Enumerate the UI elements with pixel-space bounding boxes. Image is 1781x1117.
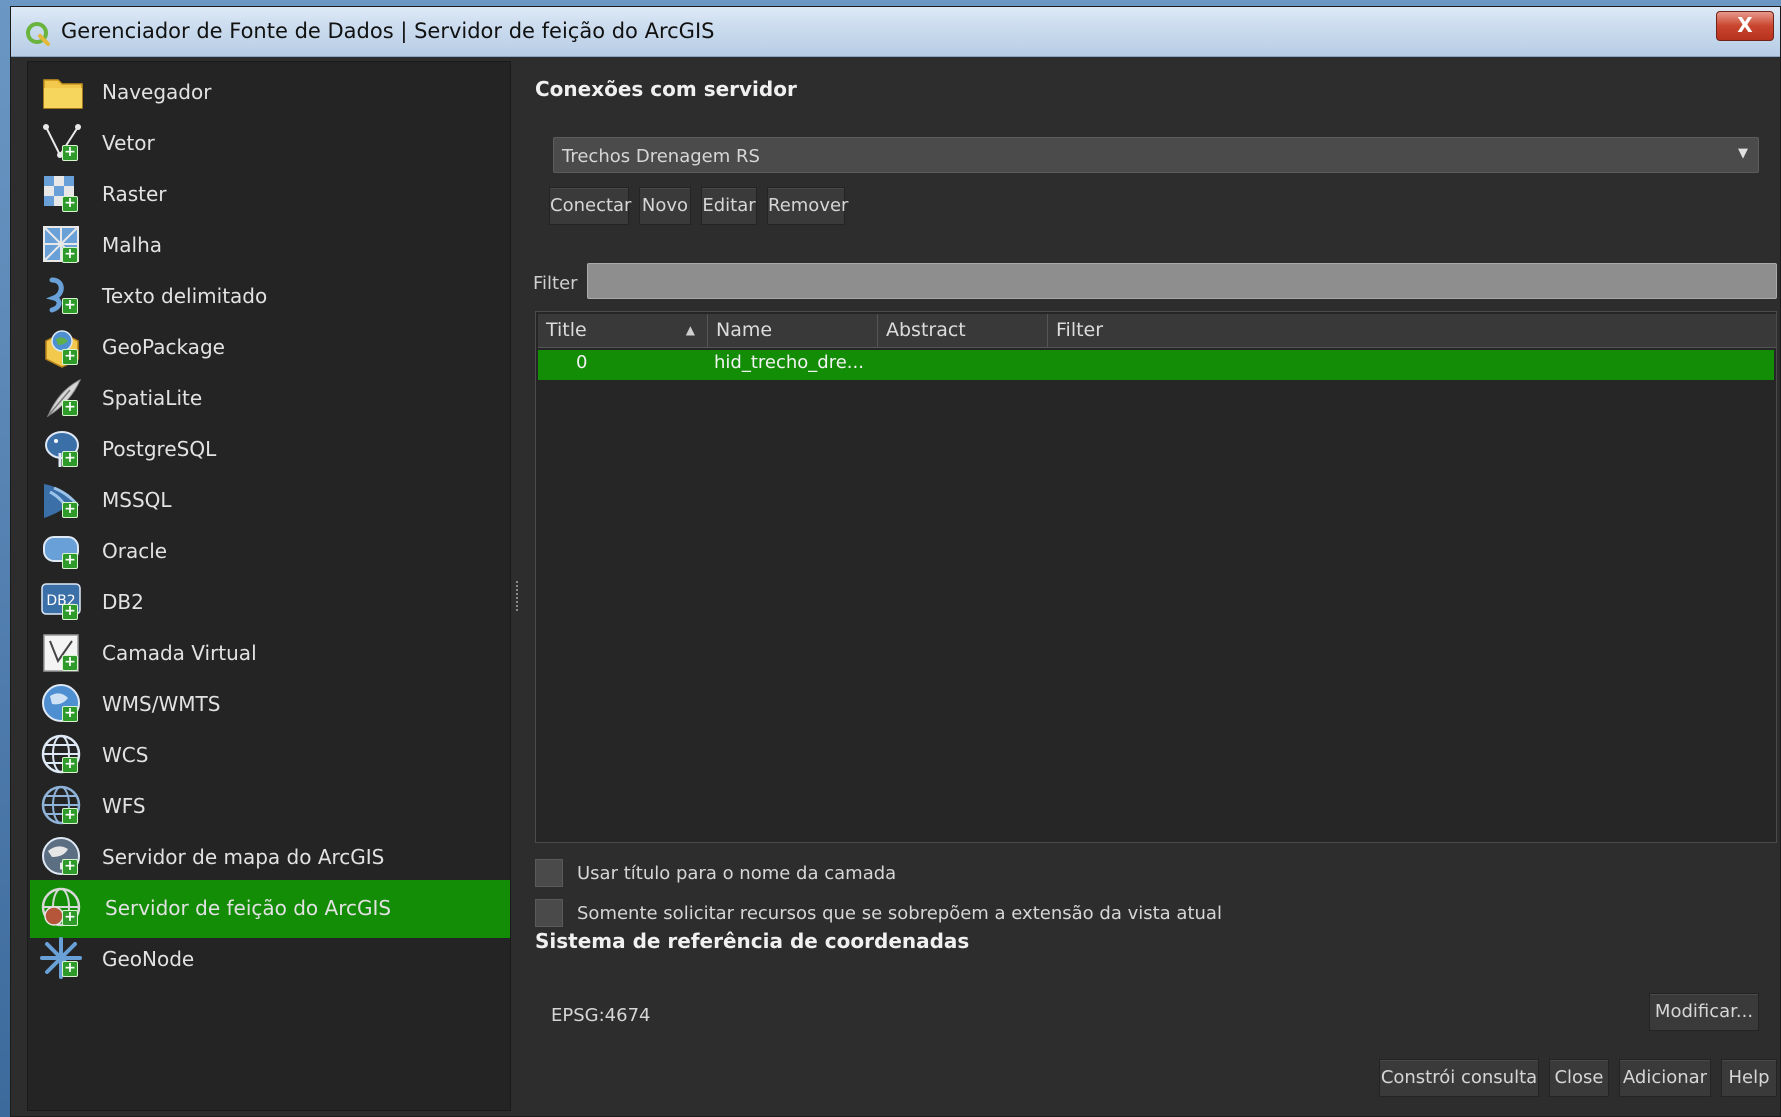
add-icon: + — [62, 757, 78, 773]
build-query-button[interactable]: Constrói consulta — [1379, 1059, 1539, 1097]
add-icon: + — [62, 145, 78, 161]
add-icon: + — [62, 859, 78, 875]
add-icon: + — [62, 349, 78, 365]
sidebar-item-arcgis-map-server[interactable]: + Servidor de mapa do ArcGIS — [30, 829, 510, 887]
sidebar-item-arcgis-feature-server[interactable]: + Servidor de feição do ArcGIS — [30, 880, 510, 938]
modify-crs-button[interactable]: Modificar... — [1649, 993, 1759, 1031]
sidebar-item-label: WCS — [102, 743, 149, 767]
remove-button[interactable]: Remover — [767, 187, 848, 225]
add-icon: + — [62, 247, 78, 263]
crs-value: EPSG:4674 — [551, 1005, 651, 1026]
sidebar-item-label: MSSQL — [102, 488, 172, 512]
column-header-abstract[interactable]: Abstract — [878, 314, 1048, 348]
add-icon: + — [62, 451, 78, 467]
edit-button[interactable]: Editar — [701, 187, 757, 225]
sidebar-item-label: Navegador — [102, 80, 212, 104]
column-header-filter[interactable]: Filter — [1048, 314, 1776, 348]
sidebar-item-label: Malha — [102, 233, 162, 257]
sidebar-item-label: Servidor de mapa do ArcGIS — [102, 845, 385, 869]
sidebar-item-label: Texto delimitado — [102, 284, 268, 308]
sidebar-item-navegador[interactable]: Navegador — [30, 64, 510, 122]
add-icon: + — [62, 502, 78, 518]
sidebar-item-label: DB2 — [102, 590, 144, 614]
add-icon: + — [62, 400, 78, 416]
sidebar-item-label: WFS — [102, 794, 146, 818]
column-header-title[interactable]: Title ▲ — [538, 314, 708, 348]
sidebar-item-camada-virtual[interactable]: + Camada Virtual — [30, 625, 510, 683]
sidebar-item-geopackage[interactable]: + GeoPackage — [30, 319, 510, 377]
connection-select-value: Trechos Drenagem RS — [562, 146, 760, 167]
window-close-button[interactable]: X — [1716, 11, 1774, 41]
add-icon: + — [62, 553, 78, 569]
sidebar-item-wms-wmts[interactable]: + WMS/WMTS — [30, 676, 510, 734]
sort-ascending-icon: ▲ — [685, 323, 695, 337]
add-icon: + — [62, 298, 78, 314]
column-header-name[interactable]: Name — [708, 314, 878, 348]
chevron-down-icon: ▼ — [1738, 146, 1748, 161]
column-header-label: Abstract — [886, 319, 966, 341]
crs-heading: Sistema de referência de coordenadas — [535, 929, 970, 953]
title-bar[interactable]: Gerenciador de Fonte de Dados | Servidor… — [11, 7, 1780, 57]
use-title-checkbox[interactable] — [535, 859, 563, 887]
splitter-handle[interactable] — [516, 581, 520, 611]
filter-input[interactable] — [587, 263, 1777, 299]
cell-name: hid_trecho_dre... — [714, 352, 864, 373]
sidebar-item-oracle[interactable]: + Oracle — [30, 523, 510, 581]
sidebar-item-spatialite[interactable]: + SpatiaLite — [30, 370, 510, 428]
connection-select[interactable]: Trechos Drenagem RS ▼ — [553, 137, 1759, 173]
sidebar-item-label: Oracle — [102, 539, 168, 563]
add-icon: + — [62, 808, 78, 824]
only-extent-label: Somente solicitar recursos que se sobrep… — [577, 903, 1222, 924]
layers-table[interactable]: Title ▲ Name Abstract Filter 0 hid_trech… — [535, 311, 1777, 843]
add-icon: + — [62, 961, 78, 977]
window-title: Gerenciador de Fonte de Dados | Servidor… — [61, 19, 715, 43]
sidebar-item-geonode[interactable]: + GeoNode — [30, 931, 510, 989]
sidebar-item-db2[interactable]: DB2 + DB2 — [30, 574, 510, 632]
column-header-label: Name — [716, 319, 773, 341]
add-icon: + — [62, 196, 78, 212]
add-button[interactable]: Adicionar — [1619, 1059, 1711, 1097]
filter-label: Filter — [533, 273, 578, 294]
sidebar-item-wfs[interactable]: + WFS — [30, 778, 510, 836]
folder-icon — [43, 79, 83, 109]
table-row[interactable]: 0 hid_trecho_dre... — [538, 350, 1774, 380]
sidebar-item-label: GeoPackage — [102, 335, 225, 359]
sidebar-item-vetor[interactable]: + Vetor — [30, 115, 510, 173]
qgis-logo-icon — [26, 22, 50, 46]
sidebar-item-label: Raster — [102, 182, 167, 206]
sidebar-item-label: Servidor de feição do ArcGIS — [105, 896, 392, 920]
sidebar-item-raster[interactable]: + Raster — [30, 166, 510, 224]
source-type-sidebar: Navegador + Vetor + Raster + Malha + Tex… — [27, 61, 511, 1111]
data-source-manager-window: Gerenciador de Fonte de Dados | Servidor… — [10, 6, 1781, 1117]
sidebar-item-label: Vetor — [102, 131, 155, 155]
connect-button[interactable]: Conectar — [549, 187, 631, 225]
sidebar-item-label: WMS/WMTS — [102, 692, 221, 716]
sidebar-item-label: Camada Virtual — [102, 641, 257, 665]
add-icon: + — [62, 655, 78, 671]
sidebar-item-label: PostgreSQL — [102, 437, 217, 461]
help-button[interactable]: Help — [1721, 1059, 1777, 1097]
new-button[interactable]: Novo — [639, 187, 691, 225]
server-connections-heading: Conexões com servidor — [535, 77, 797, 101]
sidebar-item-label: SpatiaLite — [102, 386, 203, 410]
close-button[interactable]: Close — [1549, 1059, 1609, 1097]
sidebar-item-wcs[interactable]: + WCS — [30, 727, 510, 785]
main-panel: Conexões com servidor Trechos Drenagem R… — [521, 61, 1781, 1111]
sidebar-item-texto-delimitado[interactable]: + Texto delimitado — [30, 268, 510, 326]
use-title-label: Usar título para o nome da camada — [577, 863, 897, 884]
column-header-label: Filter — [1056, 319, 1104, 341]
sidebar-item-mssql[interactable]: + MSSQL — [30, 472, 510, 530]
cell-title: 0 — [576, 352, 588, 373]
sidebar-item-postgresql[interactable]: + PostgreSQL — [30, 421, 510, 479]
column-header-label: Title — [546, 319, 587, 341]
add-icon: + — [62, 706, 78, 722]
add-icon: + — [62, 604, 78, 620]
sidebar-item-label: GeoNode — [102, 947, 195, 971]
add-icon: + — [62, 910, 78, 926]
sidebar-item-malha[interactable]: + Malha — [30, 217, 510, 275]
only-extent-checkbox[interactable] — [535, 899, 563, 927]
